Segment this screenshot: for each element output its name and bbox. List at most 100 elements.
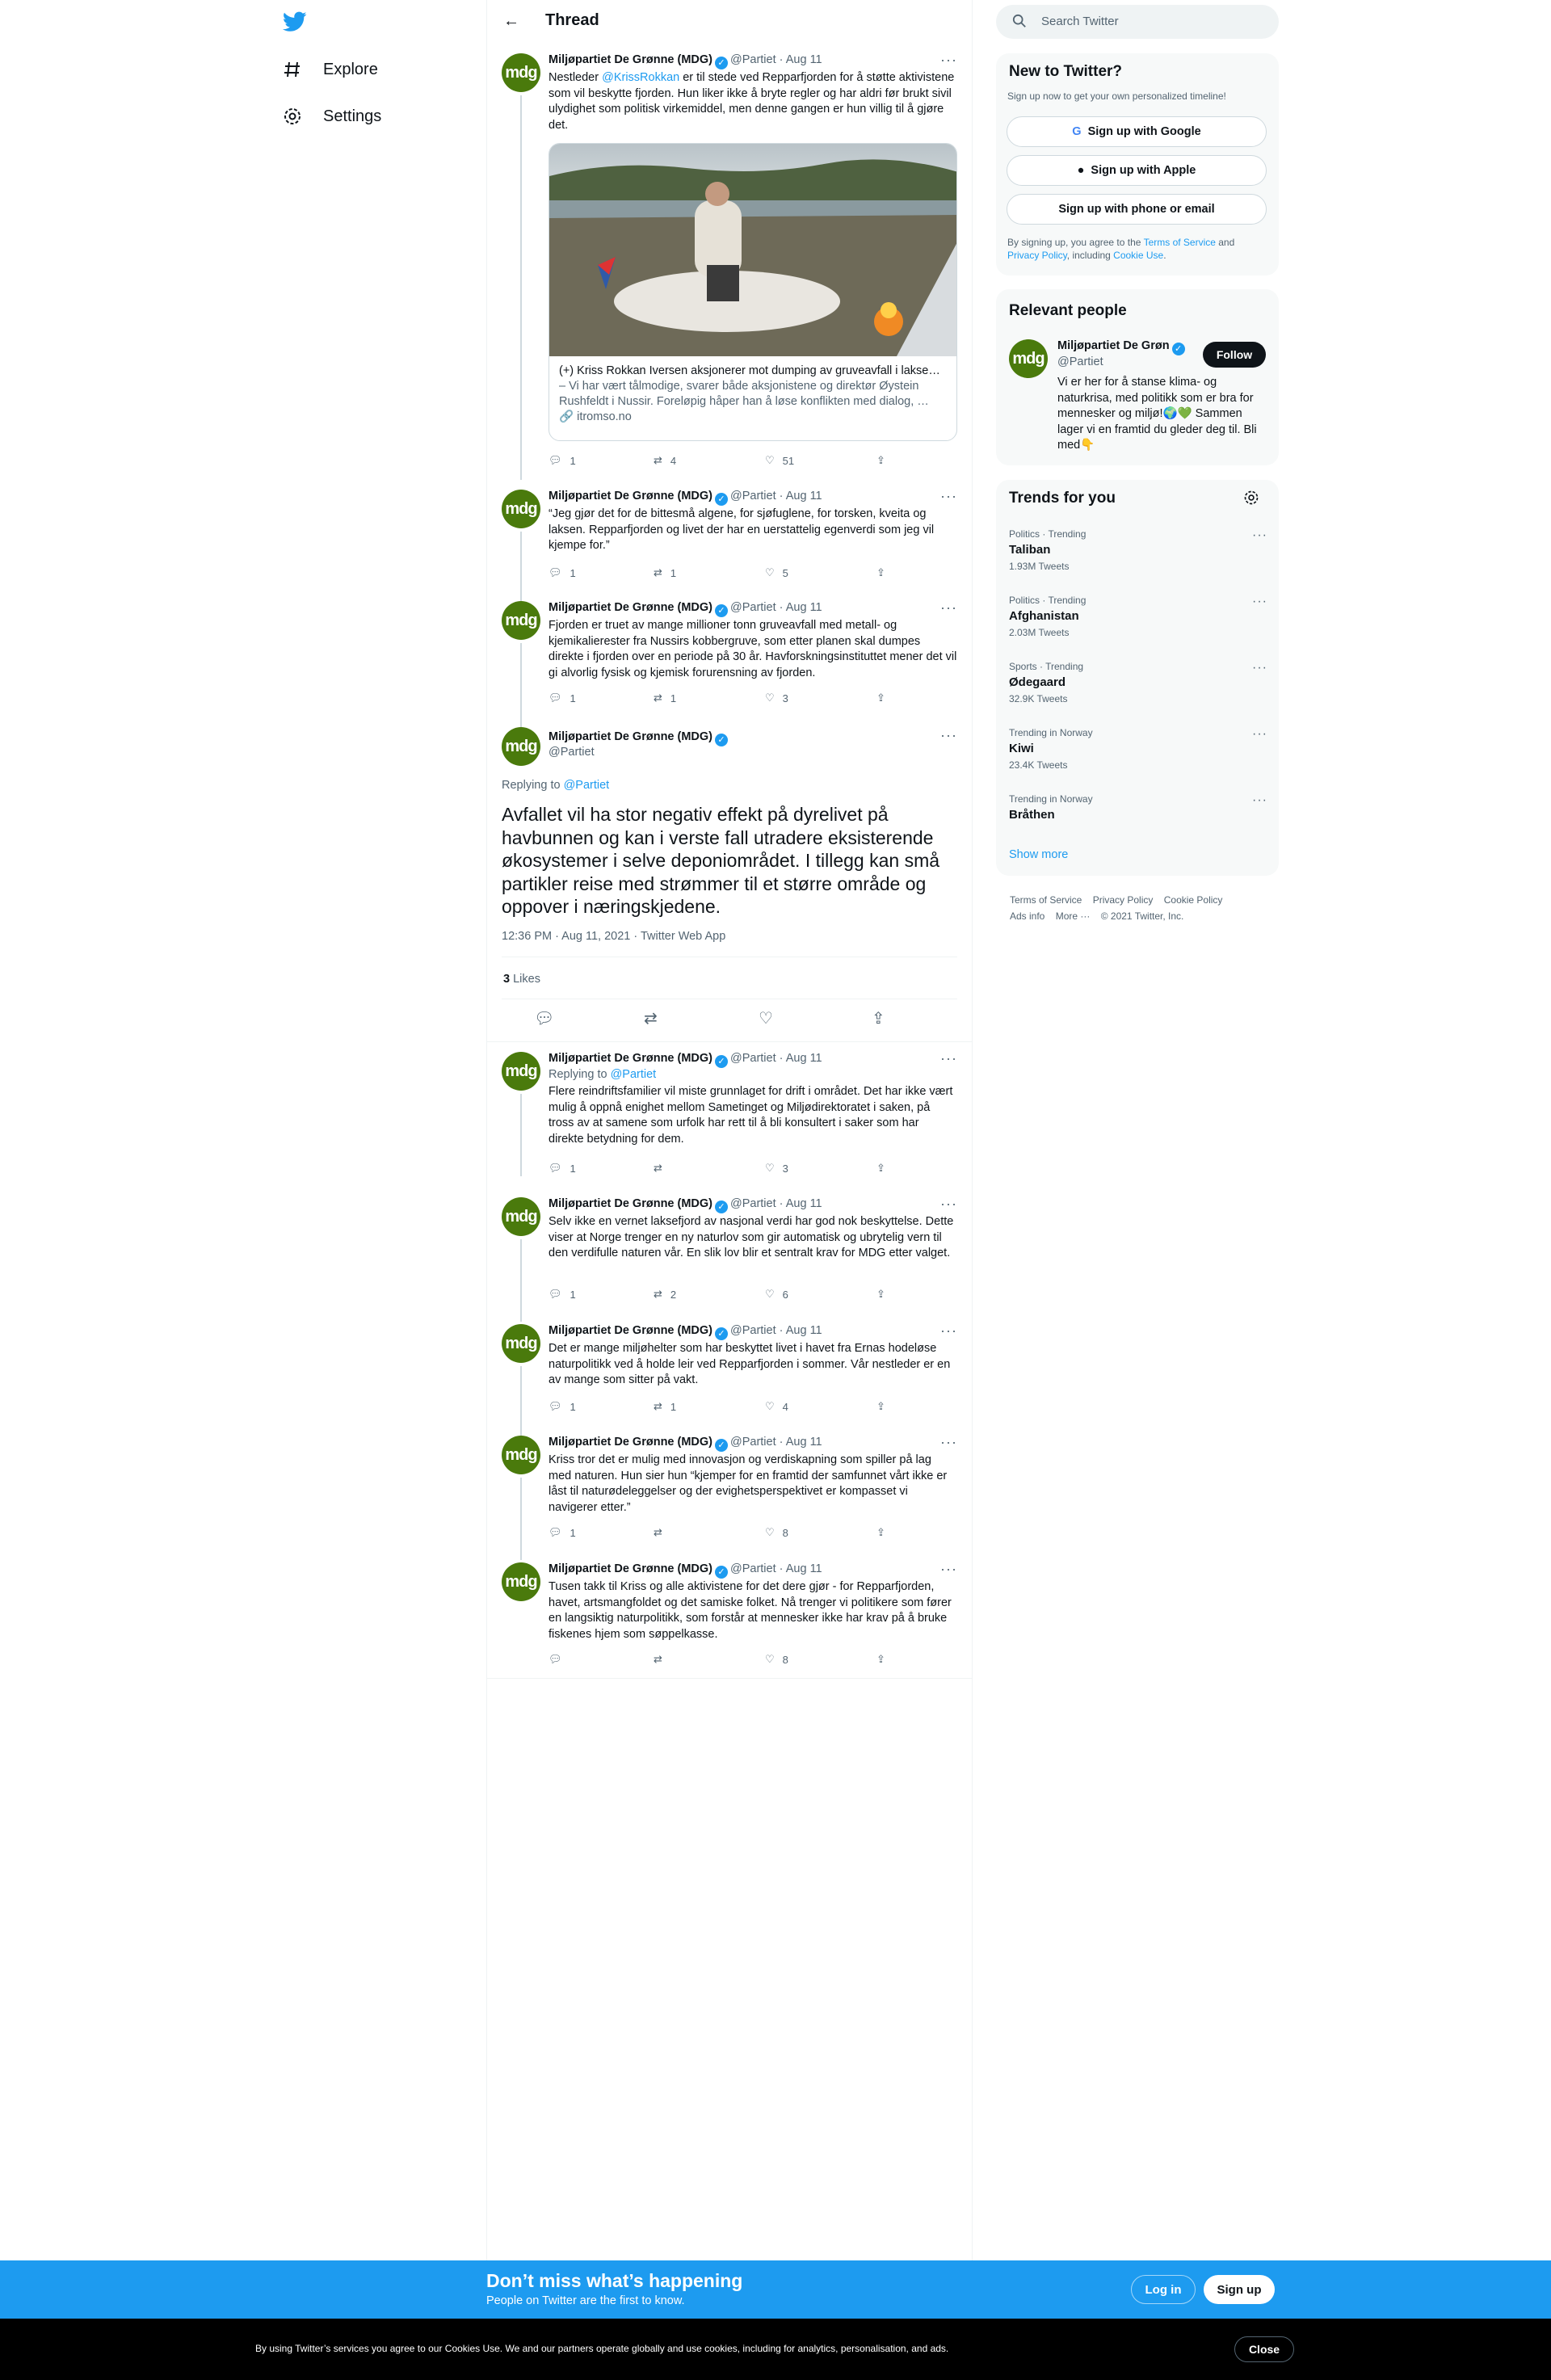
trend-item[interactable]: Politics · Trending Afghanistan 2.03M Twee…	[1009, 595, 1267, 638]
signup-apple-button[interactable]: ● Sign up with Apple	[1007, 155, 1267, 186]
trend-item[interactable]: Politics · Trending Taliban 1.93M Tweets ··…	[1009, 528, 1267, 572]
avatar[interactable]: mdg	[502, 1197, 540, 1236]
retweet-button[interactable]: ⇄ 2	[654, 1288, 676, 1301]
search-box[interactable]: Search Twitter	[996, 5, 1279, 39]
reply-button[interactable]: 💬︎ 1	[549, 1400, 576, 1413]
like-button[interactable]: ♡ 3	[765, 1162, 788, 1175]
retweet-button[interactable]: ⇄	[654, 1162, 670, 1175]
privacy-link[interactable]: Privacy Policy	[1007, 250, 1067, 261]
thread-tweet[interactable]: mdg Miljøpartiet De Grønne (MDG) ✓ @Partie…	[487, 52, 972, 480]
share-button[interactable]: ⇪	[876, 1653, 885, 1666]
show-more-link[interactable]: Show more	[1009, 848, 1068, 861]
avatar[interactable]: mdg	[502, 1436, 540, 1474]
more-icon[interactable]: ···	[940, 488, 957, 505]
twitter-logo-icon[interactable]	[282, 11, 307, 32]
tos-link[interactable]: Terms of Service	[1144, 237, 1216, 248]
reply-button[interactable]: 💬︎ 1	[549, 1162, 576, 1175]
retweet-button[interactable]: ⇄ 1	[654, 692, 676, 704]
retweet-button[interactable]: ⇄ 4	[654, 454, 676, 467]
close-cookie-button[interactable]: Close	[1234, 2336, 1294, 2362]
search-input[interactable]: Search Twitter	[1041, 15, 1119, 28]
like-button[interactable]: ♡ 4	[765, 1400, 788, 1413]
more-icon[interactable]: ···	[1252, 661, 1267, 675]
retweet-button[interactable]: ⇄	[654, 1653, 670, 1666]
link-card[interactable]: (+) Kriss Rokkan Iversen aksjonerer mot …	[549, 143, 957, 441]
avatar[interactable]: mdg	[502, 53, 540, 92]
like-button[interactable]: ♡ 8	[765, 1653, 788, 1666]
replying-to-link[interactable]: @Partiet	[611, 1068, 657, 1081]
reply-button[interactable]: 💬︎ 1	[549, 454, 576, 467]
trend-item[interactable]: Trending in Norway Bråthen ···	[1009, 793, 1267, 822]
trend-item[interactable]: Sports · Trending Ødegaard 32.9K Tweets ···	[1009, 661, 1267, 704]
more-icon[interactable]: ···	[1252, 793, 1267, 808]
avatar[interactable]: mdg	[502, 601, 540, 640]
tweet-timestamp[interactable]: 12:36 PM · Aug 11, 2021 · Twitter Web Ap…	[502, 930, 725, 943]
profile-name[interactable]: Miljøpartiet De Grøn ✓	[1057, 339, 1187, 355]
footer-ads[interactable]: Ads info	[1010, 910, 1045, 922]
signup-google-button[interactable]: G Sign up with Google	[1007, 116, 1267, 147]
reply-button[interactable]: 💬︎ 1	[549, 566, 576, 579]
signup-phone-button[interactable]: Sign up with phone or email	[1007, 194, 1267, 225]
like-button[interactable]: ♡ 6	[765, 1288, 788, 1301]
mention-link[interactable]: @KrissRokkan	[602, 71, 679, 84]
avatar[interactable]: mdg	[502, 1052, 540, 1091]
footer-cookie[interactable]: Cookie Policy	[1164, 894, 1223, 906]
more-icon[interactable]: ···	[940, 52, 957, 69]
share-button[interactable]: ⇪	[876, 566, 885, 579]
share-button[interactable]: ⇪	[876, 692, 885, 704]
more-icon[interactable]: ···	[940, 727, 957, 744]
back-arrow-icon[interactable]: ←	[503, 12, 519, 31]
more-icon[interactable]: ···	[940, 1196, 957, 1213]
more-icon[interactable]: ···	[1252, 727, 1267, 742]
login-button[interactable]: Log in	[1131, 2275, 1196, 2304]
share-icon[interactable]: ⇪	[872, 1008, 885, 1028]
signup-button[interactable]: Sign up	[1204, 2275, 1275, 2304]
reply-tweet[interactable]: mdg Miljøpartiet De Grønne (MDG) ✓ @Partie…	[487, 1434, 972, 1560]
footer-more[interactable]: More ···	[1056, 910, 1091, 922]
avatar[interactable]: mdg	[502, 490, 540, 528]
like-button[interactable]: ♡ 8	[765, 1526, 788, 1539]
avatar[interactable]: mdg	[1009, 339, 1048, 378]
nav-settings[interactable]: Settings	[281, 105, 381, 128]
more-icon[interactable]: ···	[1252, 528, 1267, 543]
thread-tweet[interactable]: mdg Miljøpartiet De Grønne (MDG) ✓ @Partie…	[487, 599, 972, 727]
share-button[interactable]: ⇪	[876, 1400, 885, 1413]
share-button[interactable]: ⇪	[876, 1526, 885, 1539]
share-button[interactable]: ⇪	[876, 1288, 885, 1301]
reply-tweet[interactable]: mdg Miljøpartiet De Grønne (MDG) ✓ @Partie…	[487, 1322, 972, 1436]
share-button[interactable]: ⇪	[876, 454, 885, 467]
more-icon[interactable]: ···	[1252, 595, 1267, 609]
avatar[interactable]: mdg	[502, 1562, 540, 1601]
footer-privacy[interactable]: Privacy Policy	[1093, 894, 1154, 906]
replying-to-link[interactable]: @Partiet	[564, 779, 610, 792]
share-button[interactable]: ⇪	[876, 1162, 885, 1175]
more-icon[interactable]: ···	[940, 599, 957, 616]
retweet-button[interactable]: ⇄ 1	[654, 1400, 676, 1413]
retweet-button[interactable]: ⇄ 1	[654, 566, 676, 579]
retweet-icon[interactable]: ⇄	[644, 1008, 658, 1028]
reply-icon[interactable]: 💬︎	[534, 1008, 554, 1028]
trend-item[interactable]: Trending in Norway Kiwi 23.4K Tweets ···	[1009, 727, 1267, 771]
reply-tweet[interactable]: mdg Miljøpartiet De Grønne (MDG) ✓ @Partie…	[487, 1050, 972, 1176]
like-button[interactable]: ♡ 51	[765, 454, 794, 467]
heart-icon[interactable]: ♡	[759, 1008, 773, 1028]
reply-button[interactable]: 💬︎ 1	[549, 692, 576, 704]
more-icon[interactable]: ···	[940, 1434, 957, 1451]
reply-tweet[interactable]: mdg Miljøpartiet De Grønne (MDG) ✓ @Partie…	[487, 1196, 972, 1322]
more-icon[interactable]: ···	[940, 1561, 957, 1578]
avatar[interactable]: mdg	[502, 1324, 540, 1363]
thread-tweet[interactable]: mdg Miljøpartiet De Grønne (MDG) ✓ @Partie…	[487, 488, 972, 604]
follow-button[interactable]: Follow	[1203, 342, 1266, 368]
reply-tweet[interactable]: mdg Miljøpartiet De Grønne (MDG) ✓ @Partie…	[487, 1561, 972, 1679]
cookie-link[interactable]: Cookie Use	[1113, 250, 1163, 261]
retweet-button[interactable]: ⇄	[654, 1526, 670, 1539]
avatar[interactable]: mdg	[502, 727, 540, 766]
like-button[interactable]: ♡ 5	[765, 566, 788, 579]
reply-button[interactable]: 💬︎ 1	[549, 1526, 576, 1539]
reply-button[interactable]: 💬︎ 1	[549, 1288, 576, 1301]
like-button[interactable]: ♡ 3	[765, 692, 788, 704]
reply-button[interactable]: 💬︎	[549, 1653, 570, 1666]
settings-gear-icon[interactable]	[1243, 490, 1259, 510]
likes-count[interactable]: 3 Likes	[503, 973, 540, 986]
nav-explore[interactable]: Explore	[281, 58, 378, 81]
